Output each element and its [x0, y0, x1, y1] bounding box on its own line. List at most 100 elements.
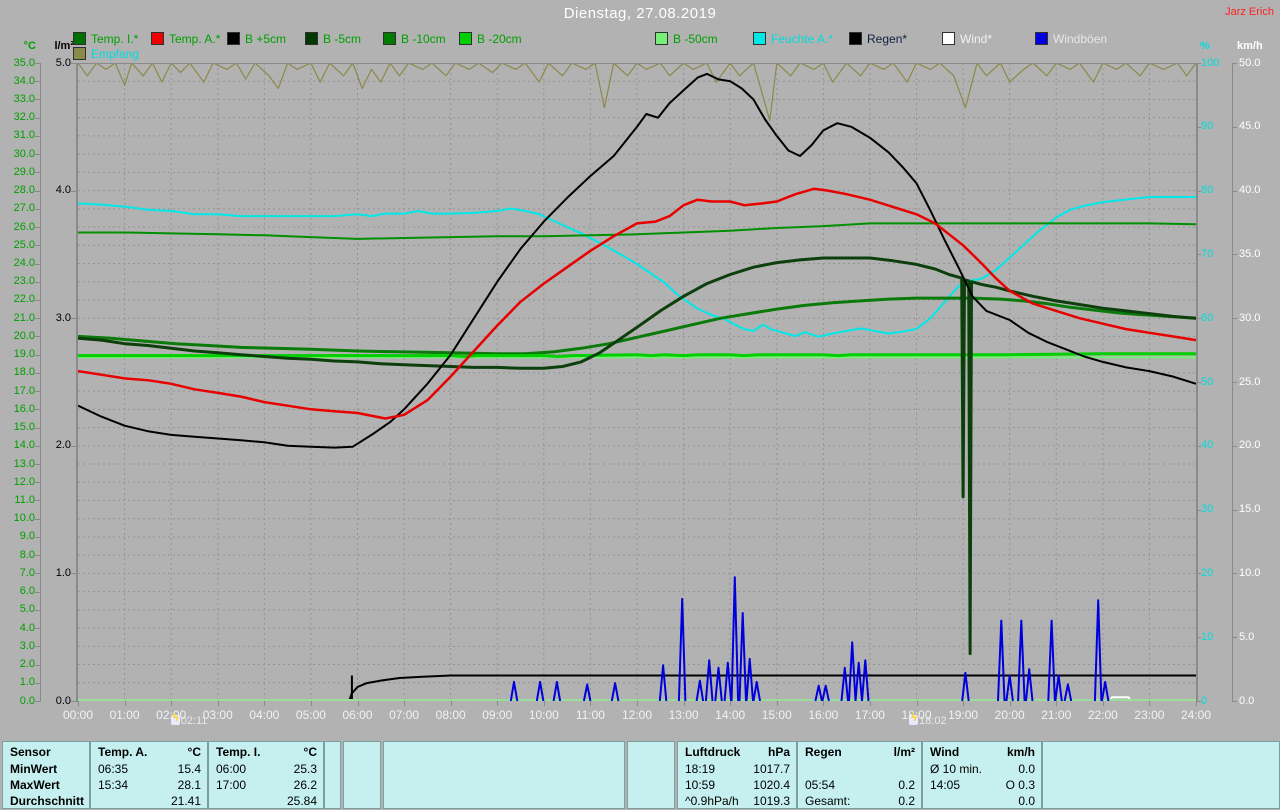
- feuchte-a-series: [77, 196, 1196, 338]
- celsius-tick: 31.0: [13, 129, 35, 142]
- moon-marker-icon: [170, 712, 180, 725]
- percent-tick: 20: [1201, 566, 1214, 579]
- celsius-tick: 6.0: [19, 585, 35, 598]
- x-axis-tick: 19:00: [948, 708, 979, 722]
- x-axis-tick-mark: [450, 701, 452, 706]
- x-axis-tick: 06:00: [342, 708, 373, 722]
- x-axis-tick-mark: [590, 701, 592, 706]
- celsius-tick: 35.0: [13, 56, 35, 69]
- celsius-tick: 13.0: [13, 457, 35, 470]
- panel-row-time: 17:00: [216, 778, 247, 792]
- b-minus10cm-legend-swatch: [383, 32, 396, 46]
- b-minus5cm-legend-label: B -5cm: [323, 31, 362, 46]
- celsius-tick: 5.0: [19, 603, 35, 616]
- table-row-label: MinWert: [3, 762, 89, 778]
- windboeen-spike: [745, 657, 754, 702]
- table-panel-wind: Wind km/h Ø 10 min. 0.0 14:05 O 0.3 0.0: [922, 741, 1042, 809]
- celsius-tick: 11.0: [14, 493, 35, 506]
- celsius-tick: 26.0: [13, 220, 35, 233]
- panel-row-value: 28.1: [177, 778, 201, 792]
- legend-item-b-minus50cm: B -50cm: [655, 31, 718, 46]
- panel-header: Temp. A. °C: [91, 745, 207, 761]
- kmh-tick: 35.0: [1239, 247, 1261, 260]
- kmh-tick: 5.0: [1239, 630, 1255, 643]
- panel-row-value: 0.0: [1018, 794, 1035, 808]
- x-axis-tick: 01:00: [109, 708, 140, 722]
- percent-tick: 90: [1201, 120, 1214, 133]
- x-axis-tick-mark: [776, 701, 778, 706]
- legend-item-windboeen: Windböen: [1035, 31, 1108, 46]
- row-label: MinWert: [10, 762, 58, 776]
- panel-row: [798, 762, 921, 778]
- percent-tick: 50: [1201, 375, 1214, 388]
- percent-tick: 70: [1201, 247, 1214, 260]
- percent-tick: 0: [1201, 694, 1208, 707]
- legend-item-b-minus20cm: B -20cm: [459, 31, 522, 46]
- lm2-tick: 5.0: [55, 56, 71, 69]
- panel-row: 06:00 25.3: [209, 762, 323, 778]
- x-axis-tick-mark: [217, 701, 219, 706]
- panel-row-time: ^0.9hPa/h: [685, 794, 739, 808]
- panel-row: 15:34 28.1: [91, 778, 207, 794]
- celsius-tick: 7.0: [19, 566, 35, 579]
- x-axis-tick-mark: [637, 701, 638, 706]
- x-axis-tick-mark: [543, 701, 545, 706]
- x-axis-tick: 24:00: [1180, 708, 1212, 722]
- x-axis-tick: 16:00: [808, 708, 839, 722]
- celsius-tick: 2.0: [19, 658, 35, 671]
- x-axis-tick-mark: [1196, 701, 1197, 706]
- table-panel-empty: [627, 741, 675, 809]
- b-minus10cm-legend-label: B -10cm: [401, 31, 446, 46]
- celsius-tick: 29.0: [13, 165, 35, 178]
- unit-liters: l/m²: [54, 40, 74, 52]
- panel-row-value: 0.2: [898, 794, 915, 808]
- celsius-tick: 28.0: [13, 184, 35, 197]
- legend-item-feuchte-a: Feuchte A.*: [753, 31, 834, 46]
- x-axis-tick: 04:00: [249, 708, 280, 722]
- windboeen-spike: [610, 682, 620, 702]
- x-axis-tick-mark: [1009, 701, 1011, 706]
- time-marker: 02:11: [170, 712, 207, 727]
- panel-row-time: Ø 10 min.: [930, 762, 983, 776]
- legend-item-temp-a: Temp. A.*: [151, 31, 220, 46]
- windboeen-spike: [752, 680, 761, 702]
- panel-row-time: 18:19: [685, 762, 716, 776]
- panel-row-time: 15:34: [98, 778, 129, 792]
- x-axis-tick: 08:00: [435, 708, 466, 722]
- panel-row: Ø 10 min. 0.0: [923, 762, 1041, 778]
- percent-tick: 80: [1201, 184, 1214, 197]
- feuchte-a-legend-label: Feuchte A.*: [771, 31, 834, 46]
- kmh-tick: 40.0: [1239, 184, 1261, 197]
- wind-legend-swatch: [942, 32, 955, 46]
- panel-row-value: 21.41: [170, 794, 201, 808]
- table-row-label: MaxWert: [3, 778, 89, 794]
- panel-row-value: 25.84: [286, 794, 317, 808]
- celsius-tick: 9.0: [19, 530, 35, 543]
- windboeen-legend-label: Windböen: [1053, 31, 1108, 46]
- panel-unit: l/m²: [893, 745, 915, 759]
- panel-row-time: 05:54: [805, 778, 836, 792]
- panel-row: 10:59 1020.4: [678, 778, 796, 794]
- x-axis-tick-mark: [497, 701, 499, 706]
- table-sensor-column: Sensor MinWert MaxWert Durchschnitt: [2, 741, 90, 809]
- celsius-tick: 10.0: [13, 512, 35, 525]
- windboeen-spike: [509, 680, 519, 702]
- panel-row: 06:35 15.4: [91, 762, 207, 778]
- windboeen-spike: [1017, 619, 1026, 702]
- panel-row-time: 10:59: [685, 778, 716, 792]
- x-axis-tick-mark: [78, 701, 79, 706]
- celsius-tick: 16.0: [13, 402, 35, 415]
- panel-unit: km/h: [1006, 745, 1035, 759]
- b-minus50cm-legend-label: B -50cm: [673, 31, 718, 46]
- plot-right-spine: [1196, 63, 1198, 702]
- panel-row-value: 1019.3: [753, 794, 790, 808]
- celsius-tick: 1.0: [19, 676, 35, 689]
- celsius-tick: 34.0: [13, 74, 35, 87]
- celsius-tick: 27.0: [13, 202, 35, 215]
- x-axis-tick: 05:00: [295, 708, 326, 722]
- x-axis-tick-mark: [730, 701, 732, 706]
- x-axis-tick: 20:00: [994, 708, 1025, 722]
- table-panel-empty: [1042, 741, 1280, 809]
- b-minus20cm-legend-swatch: [459, 32, 472, 46]
- panel-row: 17:00 26.2: [209, 778, 323, 794]
